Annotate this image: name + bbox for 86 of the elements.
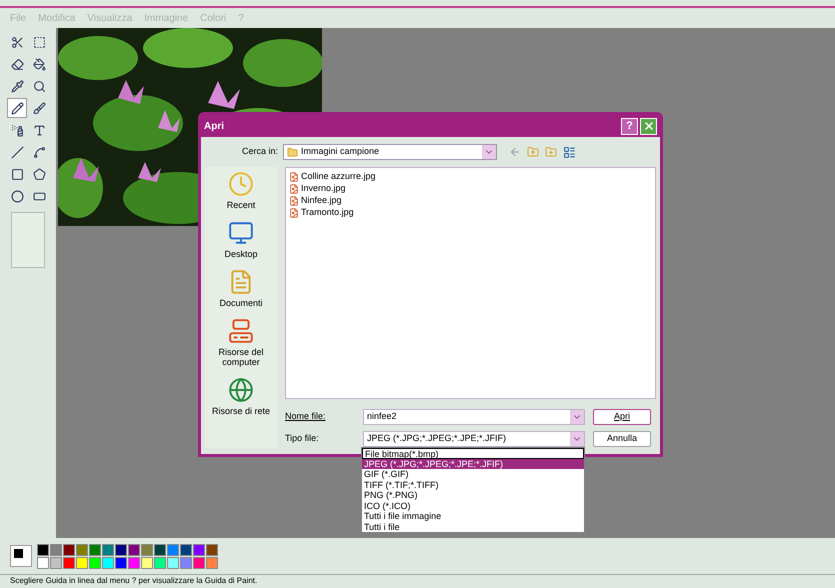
look-in-label: Cerca in: (240, 145, 279, 158)
file-type-option[interactable]: TIFF (*.TIF;*.TIFF) (362, 480, 584, 490)
palette-swatch[interactable] (89, 556, 101, 568)
palette-swatch[interactable] (167, 544, 179, 556)
list-entry[interactable]: Colline azzurre.jpg (289, 171, 652, 182)
file-type-option[interactable]: ICO (*.ICO) (362, 500, 584, 511)
file-type-option[interactable]: GIF (*.GIF) (362, 469, 584, 480)
brush-icon (32, 102, 46, 114)
look-in-dropdown[interactable]: Immagini campione (283, 144, 497, 160)
eraser-icon (10, 58, 24, 70)
image-file-icon (289, 184, 299, 194)
palette-swatch[interactable] (128, 556, 140, 568)
palette-swatch[interactable] (63, 544, 75, 556)
pencil-icon (10, 102, 24, 114)
palette-swatch[interactable] (206, 544, 218, 556)
bucket-icon (32, 58, 46, 70)
palette-swatch[interactable] (63, 556, 75, 568)
spray-can-icon (10, 124, 24, 136)
folder-icon (287, 146, 298, 158)
palette-swatch[interactable] (154, 556, 166, 568)
monitor-icon[interactable] (228, 220, 254, 246)
palette-swatch[interactable] (141, 544, 153, 556)
list-entry[interactable]: Inverno.jpg (289, 183, 652, 194)
list-entry[interactable]: Tramonto.jpg (289, 207, 652, 218)
view-menu-icon[interactable] (563, 146, 576, 158)
palette-swatch[interactable] (167, 556, 179, 568)
file-type-label: Tipo file: (285, 432, 320, 446)
close-button[interactable] (640, 118, 657, 134)
palette-swatch[interactable] (115, 544, 127, 556)
palette-swatch[interactable] (193, 556, 205, 568)
palette-swatch[interactable] (180, 544, 192, 556)
place-link[interactable]: Risorse del computer (206, 347, 276, 367)
magnifier-icon (32, 80, 46, 92)
status-text: Scegliere Guida in linea dal menu ? per visualizzare la Guida di Paint. (10, 575, 258, 587)
current-colors[interactable] (10, 545, 32, 567)
file-type-option[interactable]: Tutti i file (362, 522, 584, 532)
tool-options-panel (11, 212, 45, 268)
place-link[interactable]: Recent (206, 200, 276, 210)
file-type-option[interactable]: JPEG (*.JPG;*.JPEG;*.JPE;*.JFIF) (362, 458, 584, 469)
image-file-icon (289, 196, 299, 206)
palette-swatch[interactable] (37, 556, 49, 568)
curve-icon (32, 146, 46, 158)
palette-swatch[interactable] (115, 556, 127, 568)
palette-swatch[interactable] (180, 556, 192, 568)
file-type-option[interactable]: PNG (*.PNG) (362, 490, 584, 500)
palette-swatch[interactable] (128, 544, 140, 556)
image-file-icon (289, 172, 299, 182)
palette-swatch[interactable] (76, 544, 88, 556)
text-icon (32, 124, 46, 136)
palette-swatch[interactable] (154, 544, 166, 556)
ellipse-icon (10, 190, 24, 202)
line-icon (10, 146, 24, 158)
palette-swatch[interactable] (50, 556, 62, 568)
polygon-icon (32, 168, 46, 180)
image-file-icon (289, 208, 299, 218)
palette-swatch[interactable] (193, 544, 205, 556)
place-link[interactable]: Documenti (206, 298, 276, 308)
select-icon (32, 36, 46, 48)
palette-swatch[interactable] (89, 544, 101, 556)
palette-swatch[interactable] (76, 556, 88, 568)
palette-swatch[interactable] (37, 544, 49, 556)
palette-swatch[interactable] (50, 544, 62, 556)
file-type-option[interactable]: File bitmap(*.bmp) (362, 448, 584, 458)
dialog-title: Apri (204, 120, 225, 134)
place-link[interactable]: Risorse di rete (206, 406, 276, 416)
cancel-button[interactable]: Annulla (593, 431, 651, 447)
tool-button[interactable] (7, 98, 27, 118)
palette-swatch[interactable] (141, 556, 153, 568)
rectangle-icon (10, 168, 24, 180)
globe-icon[interactable] (228, 377, 254, 403)
file-name-label: Nome file: (285, 410, 327, 424)
pipette-icon (10, 80, 24, 92)
file-name-field[interactable]: ninfee2 (363, 409, 585, 425)
open-button[interactable]: Apri (593, 409, 651, 425)
list-entry[interactable]: Ninfee.jpg (289, 195, 652, 206)
file-type-dropdown[interactable]: JPEG (*.JPG;*.JPEG;*.JPE;*.JFIF) (363, 431, 585, 447)
scissors-icon (10, 36, 24, 48)
rounded-rectangle-icon (32, 190, 46, 202)
place-link[interactable]: Desktop (206, 249, 276, 259)
file-type-option[interactable]: Tutti i file immagine (362, 511, 584, 522)
palette-swatch[interactable] (102, 544, 114, 556)
palette-swatch[interactable] (206, 556, 218, 568)
palette-swatch[interactable] (102, 556, 114, 568)
computer-icon[interactable] (228, 318, 254, 344)
help-button[interactable]: ? (621, 118, 638, 134)
close-icon (642, 120, 654, 132)
